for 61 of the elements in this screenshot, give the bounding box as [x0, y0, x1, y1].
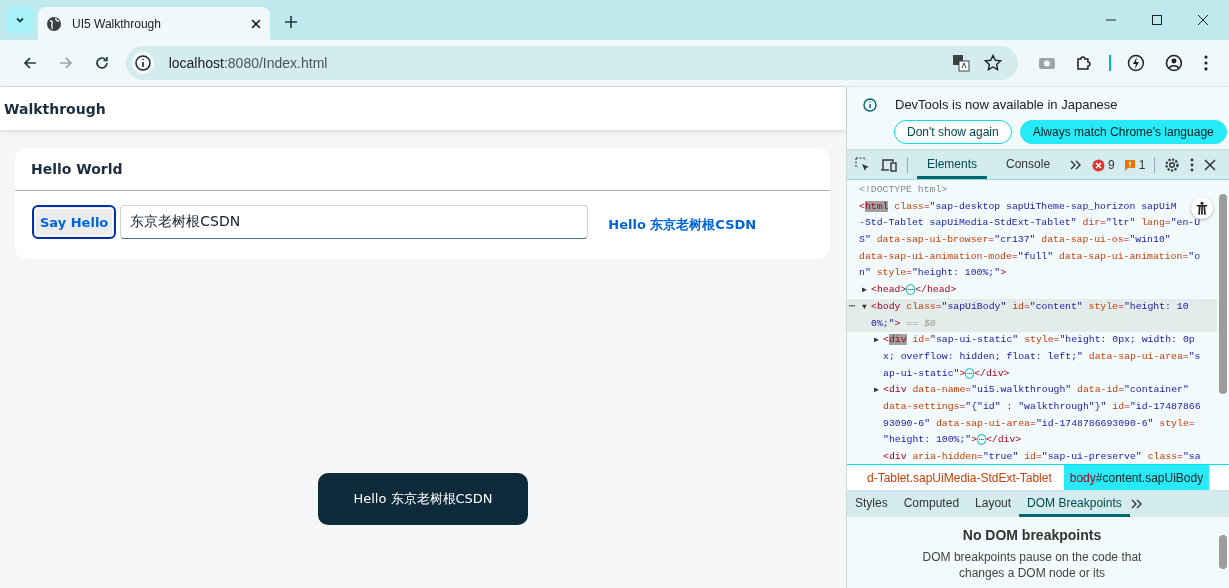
code-line[interactable]: ▶ <head> ⋯ </head> [847, 282, 1217, 299]
empty-state-text: DOM breakpoints pause on the code that changes a DOM node or its [921, 549, 1143, 581]
reload-icon[interactable] [93, 55, 110, 71]
device-toggle-icon[interactable] [880, 157, 898, 173]
code-line[interactable]: ▶ <div data-name="ui5.walkthrough" data-id="container" [847, 382, 1217, 399]
info-icon[interactable] [130, 51, 155, 75]
code-line[interactable]: n" style="height: 100%;"> [847, 265, 1217, 283]
app-title: Walkthrough [4, 100, 106, 117]
accessibility-icon [1196, 201, 1208, 215]
close-icon[interactable] [1197, 14, 1209, 26]
error-count[interactable]: 9 [1092, 158, 1115, 172]
code-line[interactable]: x; overflow: hidden; float: left;" data-sap-ui-area="s [847, 348, 1217, 366]
more-options-icon[interactable] [1189, 157, 1196, 173]
code-line[interactable]: data-sap-ui-animation-mode="full" data-sap-ui-animation="o [847, 248, 1217, 266]
empty-state-title: No DOM breakpoints [961, 527, 1103, 543]
info-message: DevTools is now available in Japanese [895, 97, 1118, 112]
close-icon[interactable] [250, 17, 262, 30]
error-icon [1092, 158, 1106, 172]
star-icon[interactable] [983, 54, 1002, 72]
browser-tab[interactable]: UI5 Walkthrough [38, 7, 270, 40]
info-action-button[interactable]: Always match Chrome's language [1019, 120, 1227, 144]
code-line[interactable]: S" data-sap-ui-browser="cr137" data-sap-ui-os="win10" [847, 232, 1217, 249]
back-arrow-icon[interactable] [22, 55, 38, 71]
warning-count[interactable]: 1 [1123, 158, 1146, 172]
address-bar[interactable]: localhost:8080/Index.html [125, 46, 1018, 80]
panel-tab[interactable]: Layout [967, 491, 1020, 517]
tab-title: UI5 Walkthrough [72, 16, 162, 31]
accessibility-button[interactable] [1191, 197, 1213, 219]
globe-icon [46, 15, 62, 32]
settings-icon[interactable] [1164, 157, 1181, 173]
more-tabs-icon[interactable] [1129, 498, 1144, 510]
panel-tab[interactable]: Styles [847, 491, 896, 517]
panel-tab[interactable]: DOM Breakpoints [1019, 491, 1130, 517]
breadcrumb[interactable]: d-Tablet.sapUiMedia-StdExt-Tablet [861, 465, 1058, 490]
url-text: localhost:8080/Index.html [168, 55, 328, 71]
more-options-icon[interactable] [1203, 54, 1209, 72]
lightning-icon[interactable] [1127, 54, 1146, 72]
close-icon[interactable] [1204, 159, 1217, 171]
profile-icon[interactable] [1165, 54, 1184, 72]
code-line[interactable]: ap-ui-static"> ⋯ </div> [847, 365, 1217, 383]
say-hello-button[interactable]: Say Hello [32, 205, 117, 239]
new-tab-icon[interactable] [284, 15, 298, 29]
greeting-text: Hello 东京老树根CSDN [608, 216, 757, 234]
puzzle-icon[interactable] [1075, 54, 1094, 72]
maximize-icon[interactable] [1151, 14, 1163, 26]
panel-tab[interactable]: Computed [895, 491, 968, 517]
inspect-element-icon[interactable] [855, 157, 871, 173]
translate-icon[interactable] [951, 54, 970, 72]
toast-message: Hello 东京老树根CSDN [318, 473, 528, 525]
code-line[interactable]: data-settings="{"id" : "walkthrough"}" id="id-17487866 [847, 398, 1217, 416]
breadcrumb[interactable]: body#content.sapUiBody [1063, 465, 1210, 490]
code-line[interactable]: <div aria-hidden="true" id="sap-ui-preserve" class="sa [847, 449, 1217, 464]
code-line[interactable]: -Std-Tablet sapUiMedia-StdExt-Tablet" dir="ltr" lang="en-U [847, 215, 1217, 233]
warning-icon [1123, 159, 1136, 171]
panel-title: Hello World [31, 161, 123, 177]
code-line[interactable]: "height: 100%;"> ⋯ </div> [847, 432, 1217, 449]
name-input-field[interactable]: 东京老树根CSDN [120, 205, 589, 239]
devtools-tab[interactable]: Console [996, 151, 1061, 179]
info-icon [863, 97, 877, 112]
info-action-button[interactable]: Don't show again [894, 120, 1012, 144]
code-line[interactable]: 93090-6" data-sap-ui-area="id-1748786693090-6" style= [847, 415, 1217, 433]
